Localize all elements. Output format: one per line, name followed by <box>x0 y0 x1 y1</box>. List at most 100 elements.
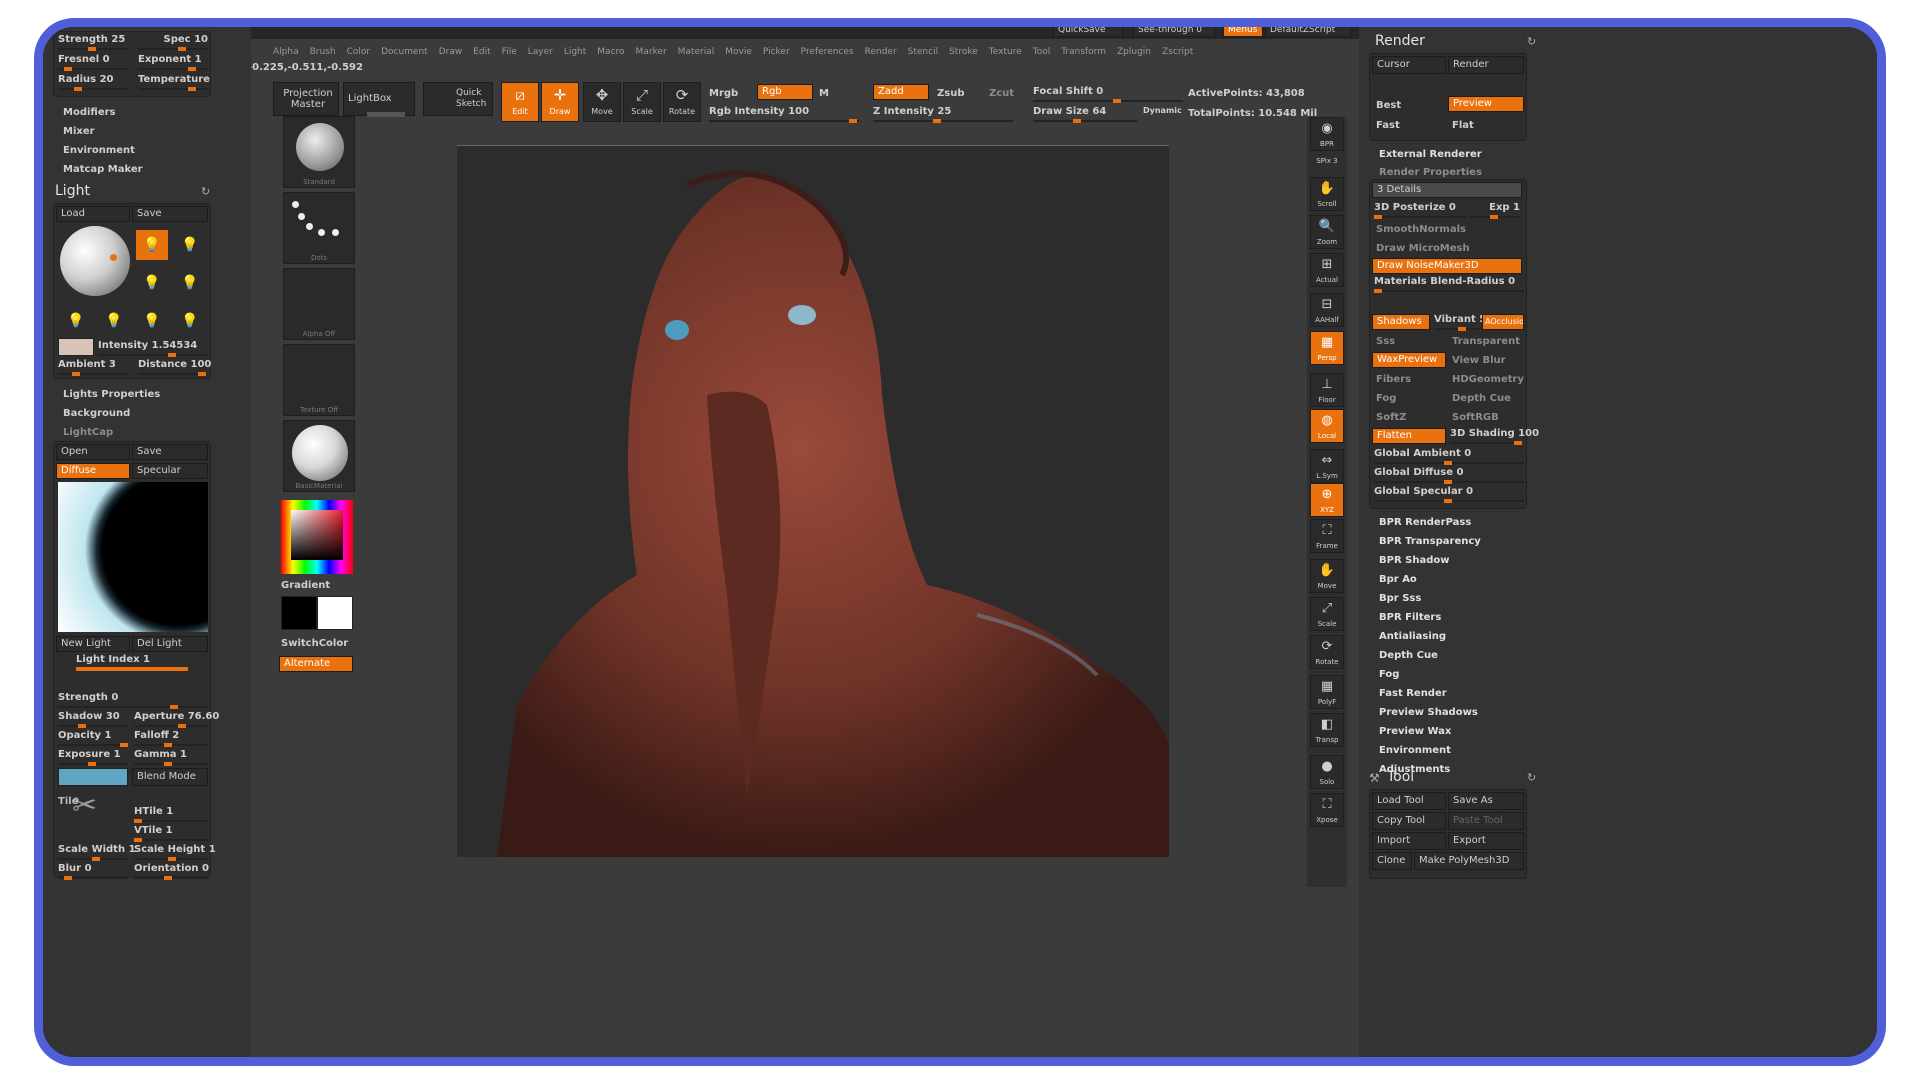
rotate-button[interactable]: ⟳ Rotate <box>663 82 701 122</box>
exposure-slider[interactable]: Exposure 1 <box>58 749 128 766</box>
menus-button[interactable]: Menus <box>1223 27 1263 37</box>
mixer-link[interactable]: Mixer <box>63 126 95 137</box>
softz-toggle[interactable]: SoftZ <box>1376 412 1406 423</box>
sss-toggle[interactable]: Sss <box>1376 336 1395 347</box>
diffuse-button[interactable]: Diffuse <box>56 463 130 479</box>
fresnel-slider[interactable]: Fresnel 0 <box>58 54 128 71</box>
global-specular-slider[interactable]: Global Specular 0 <box>1374 486 1524 503</box>
blend-mode-button[interactable]: Blend Mode <box>132 768 208 786</box>
fibers-toggle[interactable]: Fibers <box>1376 374 1411 385</box>
menu-preferences[interactable]: Preferences <box>801 47 854 57</box>
rotate-view-button[interactable]: ⟳ Rotate <box>1310 635 1344 669</box>
fog-toggle[interactable]: Fog <box>1376 393 1396 404</box>
transp-button[interactable]: ◧ Transp <box>1310 713 1344 747</box>
exp-slider[interactable]: Exp 1 <box>1470 202 1520 219</box>
draw-button[interactable]: ✛ Draw <box>541 82 579 122</box>
zadd-button[interactable]: Zadd <box>873 84 929 100</box>
xpose-button[interactable]: ⛶ Xpose <box>1310 793 1344 827</box>
secondary-color-swatch[interactable] <box>317 596 353 630</box>
specular-button[interactable]: Specular <box>132 463 208 479</box>
dots-stroke-tile[interactable]: Dots <box>283 192 355 264</box>
local-button[interactable]: ◍ Local <box>1310 409 1344 443</box>
m-button[interactable]: M <box>819 88 829 99</box>
light-color-swatch[interactable] <box>58 338 94 356</box>
menu-marker[interactable]: Marker <box>636 47 667 57</box>
scroll-grip[interactable] <box>367 112 405 117</box>
htile-slider[interactable]: HTile 1 <box>134 806 208 823</box>
radius-slider[interactable]: Radius 20 <box>58 74 128 91</box>
menu-stencil[interactable]: Stencil <box>908 47 938 57</box>
aocclusion-toggle[interactable]: AOcclusion <box>1482 314 1524 330</box>
scale-height-slider[interactable]: Scale Height 1 <box>134 844 216 861</box>
import-button[interactable]: Import <box>1372 832 1446 850</box>
shadow-slider[interactable]: Shadow 30 <box>58 711 128 728</box>
scale-button[interactable]: ⤢ Scale <box>623 82 661 122</box>
menu-draw[interactable]: Draw <box>439 47 463 57</box>
aahalf-button[interactable]: ⊟ AAHalf <box>1310 293 1344 327</box>
render-refresh-icon[interactable]: ↻ <box>1527 35 1536 48</box>
render-subpalette-bpr-transparency[interactable]: BPR Transparency <box>1379 536 1481 547</box>
background-link[interactable]: Background <box>63 408 130 419</box>
render-subpalette-bpr-ao[interactable]: Bpr Ao <box>1379 574 1417 585</box>
save-as-button[interactable]: Save As <box>1448 792 1524 810</box>
new-light-button[interactable]: New Light <box>56 636 130 652</box>
render-subpalette-antialiasing[interactable]: Antialiasing <box>1379 631 1446 642</box>
temperature-slider[interactable]: Temperature <box>138 74 210 91</box>
dynamic-button[interactable]: Dynamic <box>1143 106 1182 115</box>
fast-button[interactable]: Fast <box>1376 120 1400 131</box>
menu-layer[interactable]: Layer <box>528 47 553 57</box>
lsym-button[interactable]: ⇔ L.Sym <box>1310 449 1344 483</box>
color-picker[interactable] <box>281 500 353 574</box>
posterize-slider[interactable]: 3D Posterize 0 <box>1374 202 1466 219</box>
flat-button[interactable]: Flat <box>1452 120 1474 131</box>
global-ambient-slider[interactable]: Global Ambient 0 <box>1374 448 1524 465</box>
scale-view-button[interactable]: ⤢ Scale <box>1310 597 1344 631</box>
render-subpalette-bpr-renderpass[interactable]: BPR RenderPass <box>1379 517 1471 528</box>
light-header[interactable]: Light <box>55 183 90 199</box>
menu-light[interactable]: Light <box>564 47 586 57</box>
menu-brush[interactable]: Brush <box>310 47 336 57</box>
projection-master-button[interactable]: Projection Master <box>273 82 339 116</box>
del-light-button[interactable]: Del Light <box>132 636 208 652</box>
blur-slider[interactable]: Blur 0 <box>58 863 128 880</box>
softrgb-toggle[interactable]: SoftRGB <box>1452 412 1499 423</box>
clone-button[interactable]: Clone <box>1372 852 1412 870</box>
smooth-normals-toggle[interactable]: SmoothNormals <box>1376 224 1466 235</box>
menu-movie[interactable]: Movie <box>725 47 752 57</box>
cursor-button[interactable]: Cursor <box>1372 56 1446 74</box>
menu-color[interactable]: Color <box>347 47 371 57</box>
menu-file[interactable]: File <box>502 47 517 57</box>
move-view-button[interactable]: ✋ Move <box>1310 559 1344 593</box>
strength2-slider[interactable]: Strength 0 <box>58 692 208 709</box>
see-through-slider[interactable]: See-through 0 <box>1133 27 1215 37</box>
exponent-slider[interactable]: Exponent 1 <box>138 54 208 71</box>
lightcap-preview[interactable] <box>58 482 208 632</box>
modifiers-link[interactable]: Modifiers <box>63 107 116 118</box>
menu-tool[interactable]: Tool <box>1033 47 1050 57</box>
vtile-slider[interactable]: VTile 1 <box>134 825 208 842</box>
render-button[interactable]: Render <box>1448 56 1524 74</box>
make-polymesh-button[interactable]: Make PolyMesh3D <box>1414 852 1524 870</box>
materials-blend-slider[interactable]: Materials Blend-Radius 0 <box>1374 276 1524 293</box>
draw-micromesh-toggle[interactable]: Draw MicroMesh <box>1376 243 1470 254</box>
render-subpalette-depth-cue[interactable]: Depth Cue <box>1379 650 1438 661</box>
lightbox-button[interactable]: LightBox <box>343 82 415 116</box>
opacity-slider[interactable]: Opacity 1 <box>58 730 128 747</box>
light-bulb-icon[interactable]: 💡 <box>174 306 206 336</box>
transparent-toggle[interactable]: Transparent <box>1452 336 1520 347</box>
persp-button[interactable]: ▦ Persp <box>1310 331 1344 365</box>
hdgeometry-toggle[interactable]: HDGeometry <box>1452 374 1524 385</box>
gradient-toggle[interactable]: Gradient <box>281 580 330 591</box>
external-renderer-link[interactable]: External Renderer <box>1379 149 1482 160</box>
ambient-slider[interactable]: Ambient 3 <box>58 359 128 376</box>
copy-tool-button[interactable]: Copy Tool <box>1372 812 1446 830</box>
menu-macro[interactable]: Macro <box>597 47 624 57</box>
best-button[interactable]: Best <box>1376 100 1401 111</box>
orientation-slider[interactable]: Orientation 0 <box>134 863 209 880</box>
aperture-slider[interactable]: Aperture 76.60 <box>134 711 219 728</box>
solo-button[interactable]: ● Solo <box>1310 755 1344 789</box>
polyf-button[interactable]: ▦ PolyF <box>1310 675 1344 709</box>
lightcap-open-button[interactable]: Open <box>56 444 130 460</box>
draw-size-slider[interactable]: Draw Size 64 <box>1033 106 1137 123</box>
light-sphere-preview[interactable] <box>60 226 130 296</box>
